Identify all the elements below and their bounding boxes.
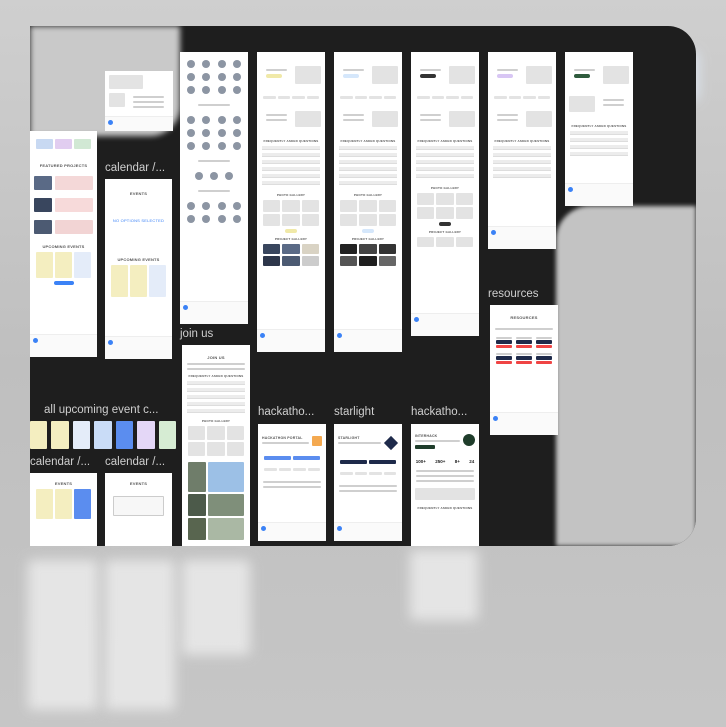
ghost-frame: [105, 560, 175, 710]
section-title: EVENTS: [129, 191, 148, 196]
frame-hackathon-portal[interactable]: HACKATHON PORTAL: [258, 424, 326, 541]
section-title: UPCOMING EVENTS: [42, 244, 85, 249]
frame-project-1[interactable]: FREQUENTLY ASKED QUESTIONS PHOTO GALLERY…: [257, 52, 325, 352]
section-title: PHOTO GALLERY: [353, 193, 383, 197]
frame-interhack[interactable]: INTERHACK 100+ 250+ 8+ 24 FREQUENTLY ASK…: [411, 424, 479, 546]
frame-project-5[interactable]: FREQUENTLY ASKED QUESTIONS: [565, 52, 633, 206]
stat-value: 8+: [454, 459, 460, 464]
section-title: FREQUENTLY ASKED QUESTIONS: [494, 139, 550, 143]
frame-calendar-list[interactable]: EVENTS: [30, 473, 97, 546]
section-title: PHOTO GALLERY: [430, 186, 460, 190]
section-title: FREQUENTLY ASKED QUESTIONS: [263, 139, 319, 143]
section-title: FREQUENTLY ASKED QUESTIONS: [188, 374, 244, 378]
frame-resources[interactable]: RESOURCES: [490, 305, 558, 435]
frame-project-4[interactable]: FREQUENTLY ASKED QUESTIONS: [488, 52, 556, 249]
blurred-region: [556, 206, 696, 546]
frame-label[interactable]: all upcoming event c...: [44, 404, 158, 416]
section-title: PROJECT GALLERY: [351, 237, 385, 241]
stat-value: 24: [469, 459, 475, 464]
section-title: FEATURED PROJECTS: [39, 163, 88, 168]
frame-team[interactable]: [180, 52, 248, 324]
frame-join-us[interactable]: JOIN US FREQUENTLY ASKED QUESTIONS PHOTO…: [182, 345, 250, 546]
section-title: STARLIGHT: [338, 436, 360, 440]
frame-calendar-modal[interactable]: EVENTS: [105, 473, 172, 546]
section-title: PHOTO GALLERY: [201, 419, 231, 423]
frame-label[interactable]: starlight: [334, 406, 374, 418]
section-title: UPCOMING EVENTS: [117, 257, 160, 262]
frame-events[interactable]: EVENTS NO OPTIONS SELECTED UPCOMING EVEN…: [105, 179, 172, 359]
frame-home[interactable]: FEATURED PROJECTS UPCOMING EVENTS: [30, 131, 97, 357]
ghost-frame: [410, 550, 478, 620]
stat-value: 250+: [435, 459, 446, 464]
frame-project-2[interactable]: FREQUENTLY ASKED QUESTIONS PHOTO GALLERY…: [334, 52, 402, 352]
stat-value: 100+: [415, 459, 426, 464]
section-title: INTERHACK: [415, 434, 438, 438]
section-title: PROJECT GALLERY: [428, 230, 462, 234]
section-title: EVENTS: [54, 481, 73, 486]
ghost-frame: [28, 560, 98, 710]
frame-label[interactable]: calendar /...: [105, 162, 165, 174]
section-title: JOIN US: [207, 355, 225, 360]
section-title: RESOURCES: [510, 315, 538, 320]
frame-label[interactable]: hackatho...: [258, 406, 314, 418]
section-title: PHOTO GALLERY: [276, 193, 306, 197]
section-title: FREQUENTLY ASKED QUESTIONS: [571, 124, 627, 128]
frame-starlight[interactable]: STARLIGHT: [334, 424, 402, 541]
design-canvas[interactable]: FEATURED PROJECTS UPCOMING EVENTS calend…: [30, 26, 696, 546]
frame-partial[interactable]: [105, 71, 173, 131]
event-card-row[interactable]: [30, 421, 176, 449]
section-title: PROJECT GALLERY: [274, 237, 308, 241]
section-title: FREQUENTLY ASKED QUESTIONS: [417, 506, 473, 510]
ghost-frame: [182, 560, 250, 655]
section-title: FREQUENTLY ASKED QUESTIONS: [417, 139, 473, 143]
section-title: HACKATHON PORTAL: [262, 436, 303, 440]
frame-label[interactable]: resources: [488, 288, 539, 300]
empty-state: NO OPTIONS SELECTED: [112, 218, 165, 223]
frame-label[interactable]: calendar /...: [30, 456, 90, 468]
frame-label[interactable]: join us: [180, 328, 213, 340]
frame-label[interactable]: hackatho...: [411, 406, 467, 418]
section-title: EVENTS: [129, 481, 148, 486]
section-title: FREQUENTLY ASKED QUESTIONS: [340, 139, 396, 143]
frame-project-3[interactable]: FREQUENTLY ASKED QUESTIONS PHOTO GALLERY…: [411, 52, 479, 336]
frame-label[interactable]: calendar /...: [105, 456, 165, 468]
